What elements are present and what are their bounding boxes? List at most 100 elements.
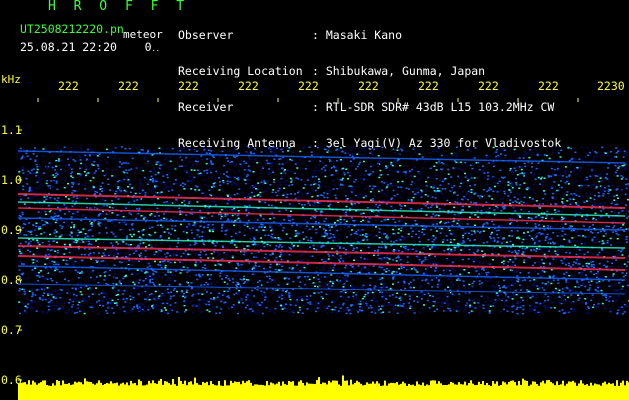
noise-pixel <box>112 157 115 160</box>
noise-pixel <box>337 268 340 270</box>
noise-pixel <box>392 278 395 280</box>
noise-pixel <box>562 217 565 219</box>
noise-pixel <box>160 266 163 269</box>
noise-pixel <box>396 193 399 196</box>
noise-pixel <box>435 246 437 248</box>
noise-pixel <box>453 206 456 209</box>
noise-pixel <box>429 262 432 264</box>
noise-pixel <box>410 268 413 270</box>
noise-pixel <box>597 231 599 234</box>
noise-pixel <box>625 204 627 206</box>
noise-pixel <box>610 158 613 160</box>
noise-pixel <box>470 310 473 312</box>
noise-pixel <box>467 235 470 237</box>
noise-pixel <box>318 281 321 283</box>
noise-pixel <box>350 217 353 219</box>
noise-pixel <box>363 261 366 263</box>
noise-pixel <box>487 263 490 265</box>
noise-pixel <box>205 208 208 210</box>
noise-pixel <box>617 242 620 244</box>
noise-pixel <box>220 208 223 211</box>
noise-pixel <box>387 277 390 279</box>
noise-pixel <box>391 197 393 199</box>
noise-pixel <box>353 181 356 183</box>
noise-pixel <box>503 149 506 151</box>
noise-pixel <box>392 307 395 310</box>
noise-pixel <box>355 309 358 312</box>
noise-pixel <box>498 290 501 292</box>
noise-pixel <box>88 154 91 157</box>
noise-pixel <box>441 305 444 308</box>
noise-pixel <box>143 176 146 179</box>
noise-pixel <box>36 168 39 171</box>
noise-pixel <box>594 194 596 197</box>
noise-pixel <box>28 290 31 292</box>
noise-pixel <box>392 283 394 285</box>
noise-pixel <box>108 274 111 276</box>
noise-pixel <box>608 310 611 312</box>
noise-pixel <box>194 190 197 193</box>
noise-pixel <box>599 277 602 279</box>
noise-pixel <box>106 312 109 314</box>
noise-pixel <box>187 253 190 256</box>
noise-pixel <box>524 155 527 158</box>
frequency-unit-label: kHz <box>1 73 21 86</box>
noise-pixel <box>89 148 92 150</box>
noise-pixel <box>175 245 178 248</box>
noise-pixel <box>572 240 575 242</box>
noise-pixel <box>190 169 193 171</box>
noise-pixel <box>370 307 373 309</box>
noise-pixel <box>122 293 125 295</box>
noise-pixel <box>68 234 71 236</box>
noise-pixel <box>450 283 453 285</box>
noise-pixel <box>554 211 557 214</box>
noise-pixel <box>76 197 79 200</box>
noise-pixel <box>454 250 456 253</box>
noise-pixel <box>427 176 430 179</box>
noise-pixel <box>164 312 166 314</box>
noise-pixel <box>606 231 609 233</box>
noise-pixel <box>464 176 467 178</box>
noise-pixel <box>265 147 268 149</box>
noise-pixel <box>437 297 440 299</box>
noise-pixel <box>309 282 312 284</box>
noise-pixel <box>229 208 232 210</box>
noise-pixel <box>625 154 628 157</box>
noise-pixel <box>439 179 442 182</box>
noise-pixel <box>94 190 97 193</box>
noise-pixel <box>78 301 81 304</box>
noise-pixel <box>528 156 531 159</box>
noise-pixel <box>215 306 218 308</box>
noise-pixel <box>489 300 492 303</box>
noise-pixel <box>412 196 415 199</box>
noise-pixel <box>102 260 105 262</box>
noise-pixel <box>281 308 284 310</box>
noise-pixel <box>393 159 396 162</box>
noise-pixel <box>42 298 45 300</box>
noise-pixel <box>585 152 588 155</box>
noise-pixel <box>586 147 589 149</box>
noise-pixel <box>286 283 289 285</box>
noise-pixel <box>549 301 552 304</box>
noise-pixel <box>210 171 213 174</box>
noise-pixel <box>54 221 57 224</box>
noise-pixel <box>158 276 160 278</box>
noise-pixel <box>623 167 626 169</box>
noise-pixel <box>528 234 531 237</box>
noise-pixel <box>80 304 83 307</box>
noise-pixel <box>587 199 590 201</box>
noise-pixel <box>270 165 273 167</box>
noise-pixel <box>105 148 108 151</box>
noise-pixel <box>140 199 143 201</box>
noise-pixel <box>547 281 550 283</box>
noise-pixel <box>194 208 197 211</box>
noise-pixel <box>59 297 62 299</box>
noise-pixel <box>251 208 254 211</box>
noise-pixel <box>335 160 338 162</box>
noise-pixel <box>138 307 141 310</box>
noise-pixel <box>138 260 140 262</box>
noise-pixel <box>289 308 292 311</box>
noise-pixel <box>257 281 260 283</box>
noise-pixel <box>234 219 237 222</box>
noise-pixel <box>23 290 26 293</box>
